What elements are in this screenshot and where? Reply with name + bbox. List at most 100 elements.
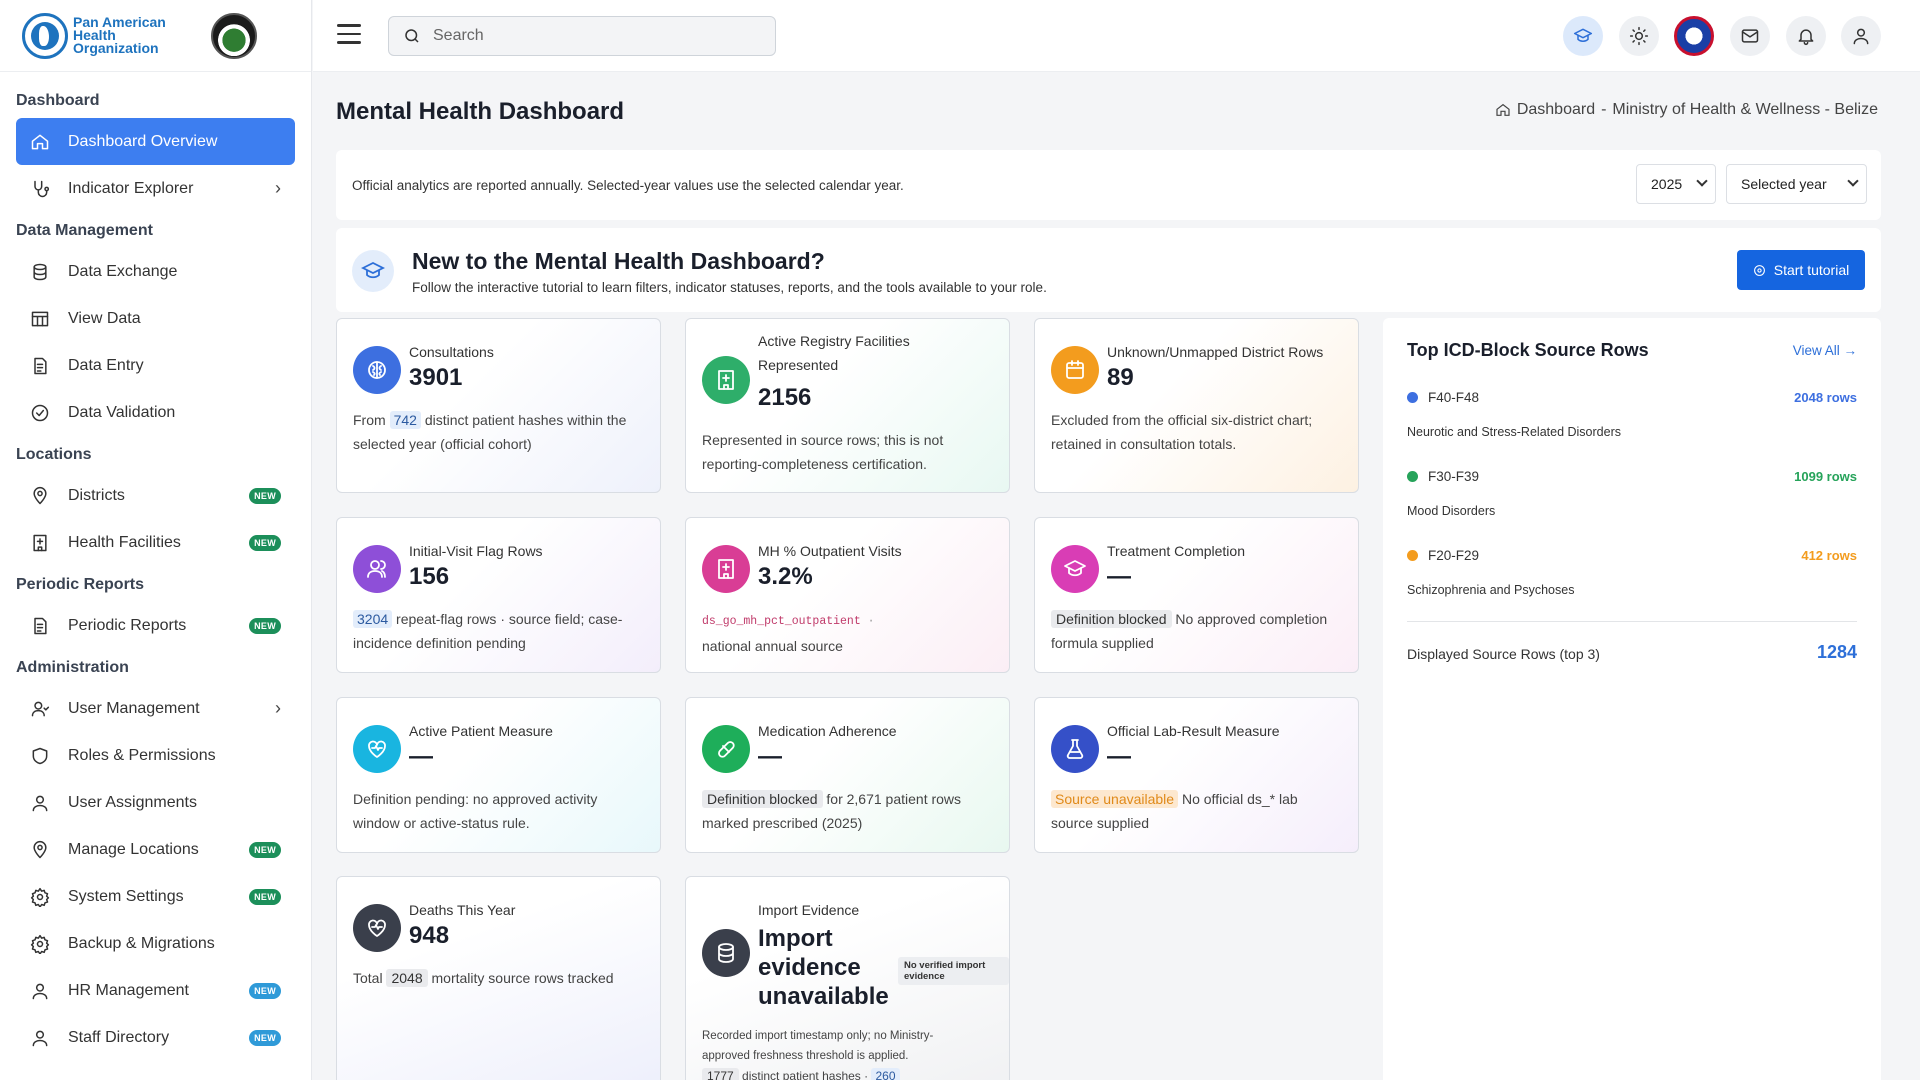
icd-row[interactable]: F40-F48 2048 rows Neurotic and Stress-Rela… [1407,390,1857,439]
kpi-card-lab-result[interactable]: Official Lab-Result Measure — Source una… [1034,697,1359,853]
view-all-link[interactable]: View All → [1793,343,1857,358]
kpi-card-deaths[interactable]: Deaths This Year 948 Total 2048 mortalit… [336,876,661,1080]
kpi-card-consultations[interactable]: Consultations 3901 From 742 distinct pat… [336,318,661,493]
messages-button[interactable] [1730,16,1770,56]
kpi-card-active-patient[interactable]: Active Patient Measure — Definition pend… [336,697,661,853]
calendar-icon [1051,346,1099,394]
map-pin-icon [30,486,50,506]
chevron-right-icon: › [275,178,281,198]
sidebar-item-label: Roles & Permissions [68,746,216,764]
mail-icon [1741,29,1759,43]
desc-text: repeat-flag rows · source field; case-in… [353,611,623,651]
hospital-icon [30,533,50,553]
kpi-card-treatment-completion[interactable]: Treatment Completion — Definition blocke… [1034,517,1359,673]
nav-section-title: Dashboard [16,92,100,109]
nav-section-title: Periodic Reports [16,576,145,593]
card-title: Consultations [409,344,494,360]
theme-toggle-button[interactable] [1619,16,1659,56]
shield-icon [30,746,50,766]
nav-section-title: Locations [16,446,92,463]
new-badge: NEW [249,841,281,858]
pill-icon [702,725,750,773]
search-input[interactable] [433,27,753,45]
new-badge: NEW [249,1029,281,1046]
graduation-cap-icon [352,250,394,292]
breadcrumb-dashboard[interactable]: Dashboard [1517,101,1595,119]
sidebar-item-indicator-explorer[interactable]: Indicator Explorer › [16,165,295,212]
notice-text: Official analytics are reported annually… [352,177,904,193]
card-title: Unknown/Unmapped District Rows [1107,344,1324,360]
new-badge: NEW [249,617,281,634]
map-pin-icon [30,840,50,860]
sidebar-item-data-exchange[interactable]: Data Exchange [16,248,295,295]
kpi-card-unknown-district[interactable]: Unknown/Unmapped District Rows 89 Exclud… [1034,318,1359,493]
status-badge: Definition blocked [702,790,823,808]
icd-name: Schizophrenia and Psychoses [1407,583,1575,597]
tutorial-button[interactable] [1563,16,1603,56]
sidebar-item-data-validation[interactable]: Data Validation [16,389,295,436]
sidebar-item-label: System Settings [68,887,184,905]
sidebar-item-hr-management[interactable]: HR Management NEW [16,967,295,1014]
sidebar-item-data-entry[interactable]: Data Entry [16,342,295,389]
card-value: — [409,743,433,770]
kpi-card-mh-outpatient[interactable]: MH % Outpatient Visits 3.2% ds_go_mh_pct… [685,517,1010,673]
users-icon [353,545,401,593]
legend-dot [1407,550,1418,561]
mortality-count: 2048 [386,969,428,987]
card-value: 156 [409,563,450,590]
sidebar-item-manage-locations[interactable]: Manage Locations NEW [16,826,295,873]
tutorial-subtitle: Follow the interactive tutorial to learn… [412,280,1047,295]
sidebar-item-user-assignments[interactable]: User Assignments [16,779,295,826]
sidebar-item-health-facilities[interactable]: Health Facilities NEW [16,519,295,566]
icd-row[interactable]: F20-F29 412 rows Schizophrenia and Psychos… [1407,548,1857,597]
sidebar-item-periodic-reports[interactable]: Periodic Reports NEW [16,602,295,649]
file-edit-icon [30,616,50,636]
card-title: Deaths This Year [409,902,516,918]
sidebar-item-dashboard-overview[interactable]: Dashboard Overview [16,118,295,165]
new-badge: NEW [249,487,281,504]
desc-text: national annual source [702,638,843,654]
paho-logo-text: Pan American Health Organization [73,15,173,55]
icd-count: 2048 rows [1794,390,1857,405]
profile-button[interactable] [1841,16,1881,56]
card-value: — [1107,563,1131,590]
sidebar-item-staff-directory[interactable]: Staff Directory NEW [16,1014,295,1061]
database-icon [30,262,50,282]
status-badge: No verified import evidence [898,957,1009,985]
sidebar-item-label: HR Management [68,981,189,999]
icd-count: 1099 rows [1794,469,1857,484]
kpi-card-import-evidence[interactable]: Import Evidence Import evidence unavaila… [685,876,1010,1080]
language-button[interactable] [1674,16,1714,56]
check-circle-icon [30,403,50,423]
brain-icon [353,346,401,394]
sidebar-item-backup-migrations[interactable]: Backup & Migrations [16,920,295,967]
sidebar-item-view-data[interactable]: View Data [16,295,295,342]
sidebar-item-user-management[interactable]: User Management › [16,685,295,732]
home-icon [30,132,50,152]
file-edit-icon [30,356,50,376]
home-icon [1496,103,1510,116]
heart-pulse-icon [353,904,401,952]
notifications-button[interactable] [1786,16,1826,56]
kpi-card-medication-adherence[interactable]: Medication Adherence — Definition blocke… [685,697,1010,853]
sidebar-item-label: Indicator Explorer [68,179,194,197]
kpi-card-initial-visit[interactable]: Initial-Visit Flag Rows 156 3204 repeat-… [336,517,661,673]
legend-dot [1407,392,1418,403]
sidebar-item-label: User Management [68,699,200,717]
year-select-value: 2025 [1651,176,1683,192]
graduation-cap-icon [1051,545,1099,593]
card-description: Recorded import timestamp only; no Minis… [702,1030,934,1062]
start-tutorial-button[interactable]: Start tutorial [1737,250,1865,290]
kpi-card-registry-facilities[interactable]: Active Registry Facilities Represented 2… [685,318,1010,493]
sidebar-item-districts[interactable]: Districts NEW [16,472,295,519]
sidebar-item-system-settings[interactable]: System Settings NEW [16,873,295,920]
icd-row[interactable]: F30-F39 1099 rows Mood Disorders [1407,469,1857,518]
nav-section-title: Administration [16,659,129,676]
year-select[interactable]: 2025 [1636,164,1716,204]
database-icon [702,929,750,977]
sidebar-item-roles-permissions[interactable]: Roles & Permissions [16,732,295,779]
menu-toggle-icon[interactable] [337,24,361,44]
card-value: 3901 [409,364,463,391]
period-select[interactable]: Selected year [1726,164,1867,204]
search-box[interactable] [388,16,776,56]
